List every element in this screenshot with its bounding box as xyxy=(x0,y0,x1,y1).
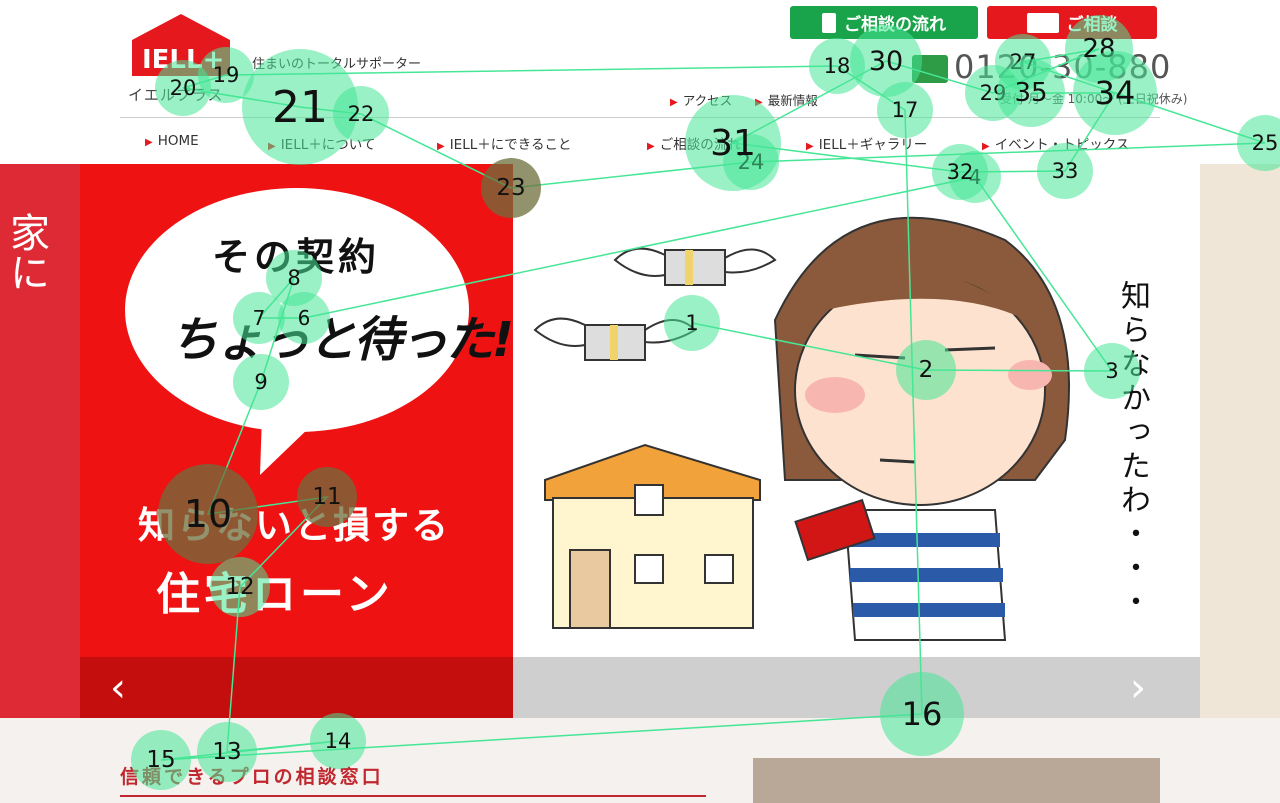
gaze-fixation-11: 11 xyxy=(297,467,357,527)
gaze-fixation-16: 16 xyxy=(880,672,964,756)
gaze-fixation-12: 12 xyxy=(210,557,270,617)
gaze-fixation-31: 31 xyxy=(685,95,781,191)
gaze-fixation-32: 32 xyxy=(932,144,988,200)
gaze-fixation-10: 10 xyxy=(158,464,258,564)
gaze-fixation-8: 8 xyxy=(266,250,322,306)
gaze-fixation-3: 3 xyxy=(1084,343,1140,399)
gaze-fixation-20: 20 xyxy=(155,60,211,116)
gaze-fixation-9: 9 xyxy=(233,354,289,410)
gaze-fixation-2: 2 xyxy=(896,340,956,400)
gaze-fixation-22: 22 xyxy=(333,86,389,142)
gaze-fixations: 1234678910111213141516171819202122232425… xyxy=(0,0,1280,803)
gaze-fixation-35: 35 xyxy=(997,59,1065,127)
gaze-fixation-30: 30 xyxy=(850,25,922,97)
gaze-fixation-14: 14 xyxy=(310,713,366,769)
gaze-fixation-33: 33 xyxy=(1037,143,1093,199)
gaze-fixation-25: 25 xyxy=(1237,115,1280,171)
gaze-fixation-34: 34 xyxy=(1073,51,1157,135)
gaze-fixation-15: 15 xyxy=(131,730,191,790)
gaze-fixation-1: 1 xyxy=(664,295,720,351)
gaze-fixation-13: 13 xyxy=(197,722,257,782)
gaze-fixation-23: 23 xyxy=(481,158,541,218)
